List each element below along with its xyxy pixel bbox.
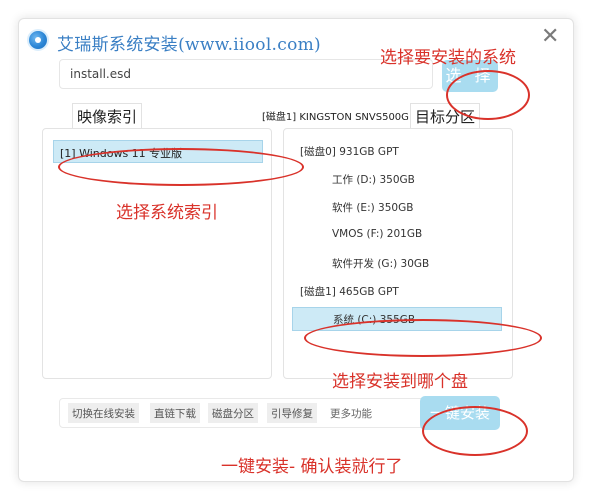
disk-partition-button[interactable]: 磁盘分区 [208, 403, 258, 423]
annotation-ring-install [422, 406, 528, 456]
direct-download-button[interactable]: 直链下载 [150, 403, 200, 423]
target-disk-label: [磁盘1] KINGSTON SNVS500G [262, 112, 409, 123]
app-logo-icon [27, 29, 49, 51]
boot-repair-button[interactable]: 引导修复 [267, 403, 317, 423]
more-functions-link[interactable]: 更多功能 [330, 406, 372, 421]
annotation-select-index: 选择系统索引 [116, 203, 218, 223]
annotation-ring-index [58, 148, 304, 186]
partition-row-f[interactable]: VMOS (F:) 201GB [292, 223, 502, 247]
partition-row-e[interactable]: 软件 (E:) 350GB [292, 195, 502, 219]
annotation-ring-select [446, 70, 530, 120]
annotation-one-click: 一键安装- 确认装就行了 [221, 457, 403, 477]
close-icon[interactable]: ✕ [541, 26, 559, 48]
tab-image-index[interactable]: 映像索引 [72, 103, 143, 129]
annotation-select-disk: 选择安装到哪个盘 [332, 372, 468, 392]
annotation-select-system: 选择要安装的系统 [380, 48, 516, 68]
window-title: 艾瑞斯系统安装(www.iiool.com) [57, 35, 321, 55]
function-toolbar: 切换在线安装 直链下载 磁盘分区 引导修复 更多功能 [59, 398, 437, 428]
image-path-input[interactable]: install.esd [59, 59, 433, 89]
online-install-button[interactable]: 切换在线安装 [68, 403, 139, 423]
partition-row-disk1[interactable]: [磁盘1] 465GB GPT [292, 279, 502, 303]
partition-row-g[interactable]: 软件开发 (G:) 30GB [292, 251, 502, 275]
partition-row-d[interactable]: 工作 (D:) 350GB [292, 167, 502, 191]
annotation-ring-partition [304, 319, 542, 357]
partition-row-disk0[interactable]: [磁盘0] 931GB GPT [292, 139, 502, 163]
